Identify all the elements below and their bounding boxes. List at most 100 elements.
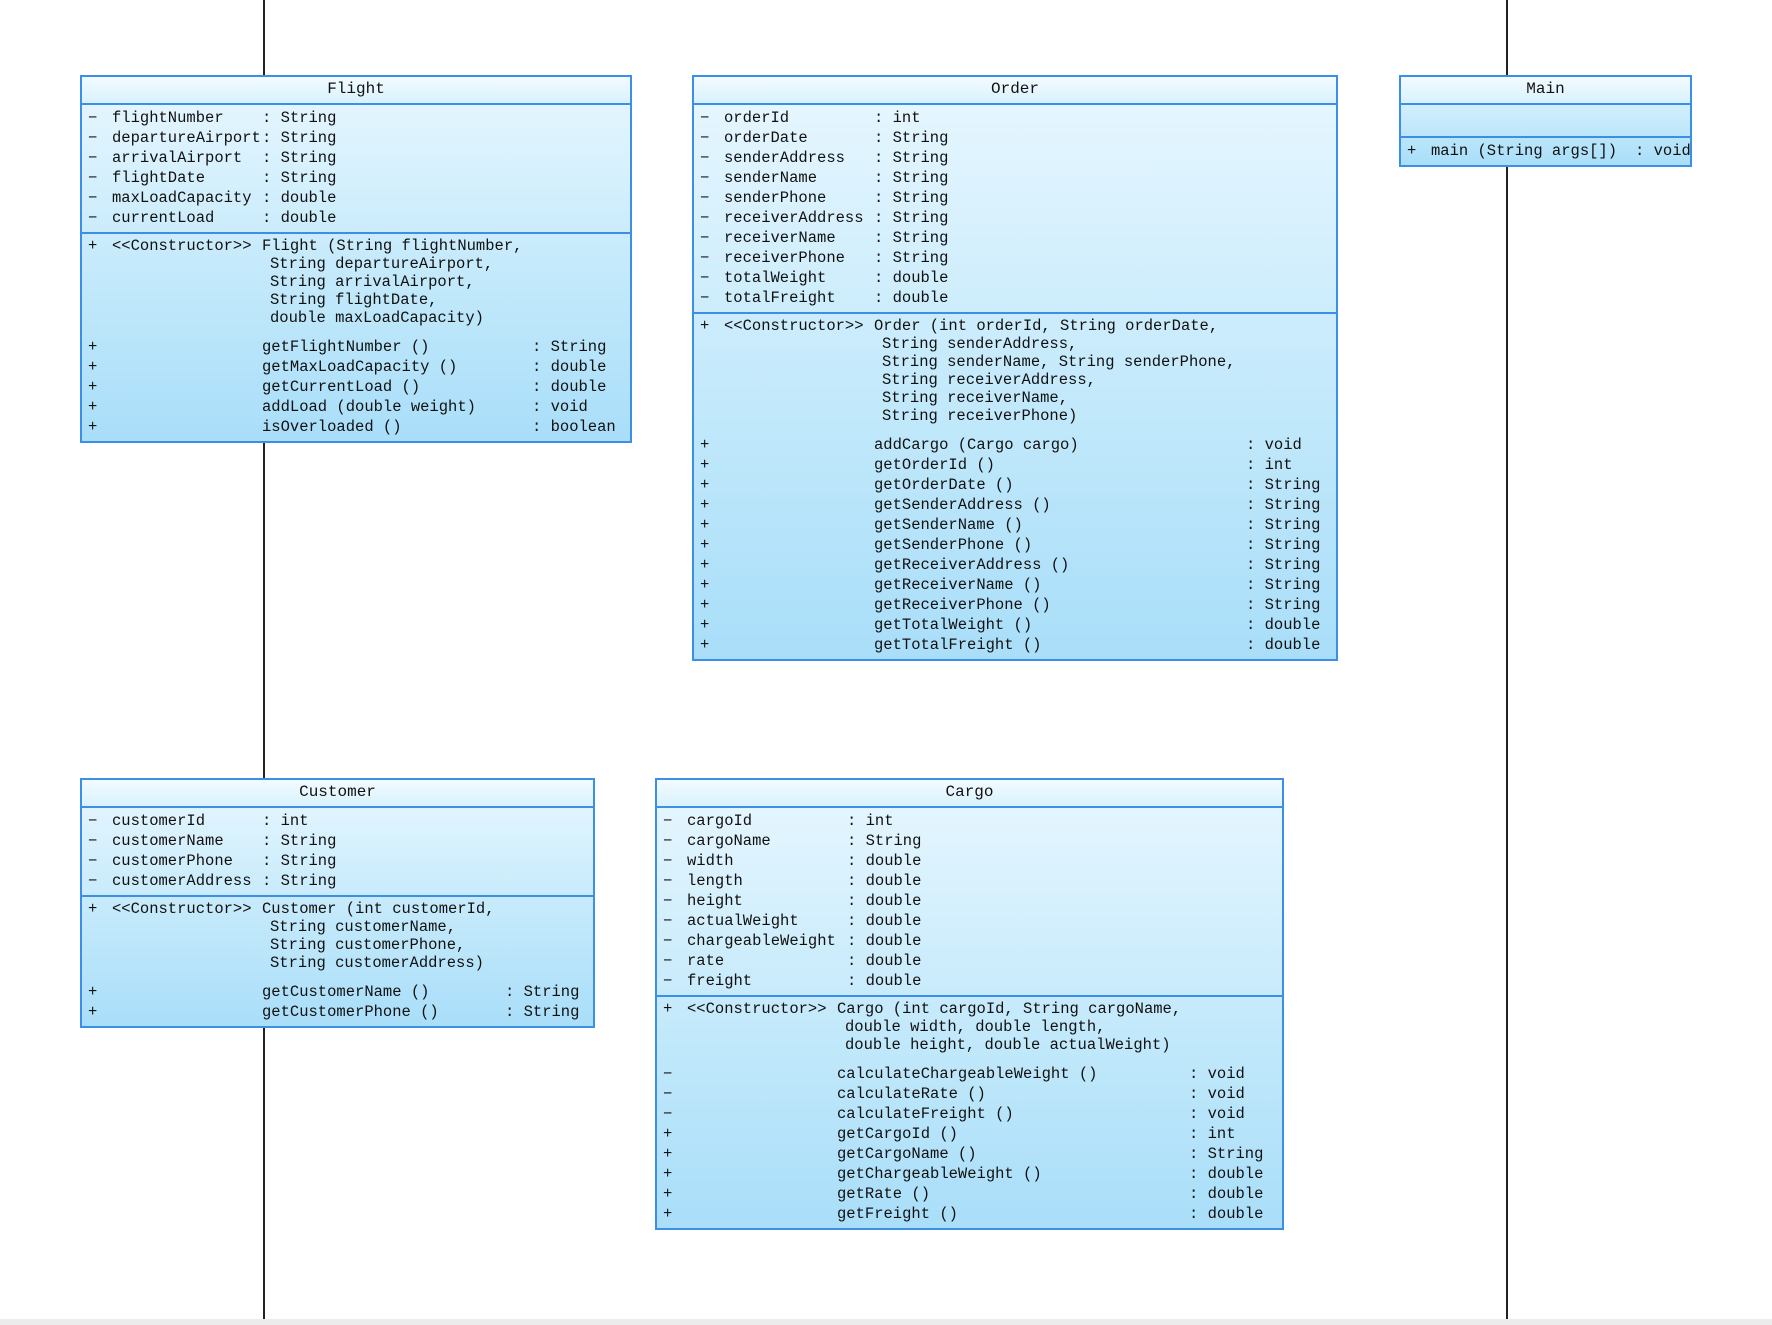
attribute-row: − flightNumber: String: [82, 108, 630, 128]
attribute-type: : String: [262, 832, 337, 850]
class-name: Customer: [82, 780, 593, 808]
attribute-row: − receiverPhone: String: [694, 248, 1336, 268]
visibility-marker: +: [663, 1185, 673, 1203]
visibility-marker: −: [700, 189, 710, 207]
constructor-row: + <<Constructor>> Order (int orderId, Stri…: [694, 317, 1336, 335]
attribute-row: − cargoId: int: [657, 811, 1282, 831]
attribute-type: : double: [847, 852, 922, 870]
visibility-marker: −: [663, 952, 673, 970]
attribute-name: customerPhone: [112, 852, 233, 870]
visibility-marker: [657, 1036, 687, 1054]
class-customer[interactable]: Customer − customerId: int − customerName: …: [80, 778, 595, 1028]
method-row: + addLoad (double weight): void: [82, 397, 630, 417]
method-return-type: : double: [1189, 1205, 1264, 1223]
visibility-marker: +: [700, 576, 710, 594]
constructor-continuation: double width, double length,: [657, 1018, 1282, 1036]
visibility-marker: [82, 936, 112, 954]
class-main[interactable]: Main + main (String args[]): void: [1399, 75, 1692, 167]
class-order[interactable]: Order − orderId: int − orderDate: String − se…: [692, 75, 1338, 661]
method-row: + getOrderDate (): String: [694, 475, 1336, 495]
method-return-type: : double: [1189, 1185, 1264, 1203]
attributes-section: − cargoId: int − cargoName: String − width: d…: [657, 808, 1282, 997]
operations-section: + <<Constructor>> Order (int orderId, Stri…: [694, 314, 1336, 659]
visibility-marker: +: [88, 900, 98, 918]
attribute-name: receiverAddress: [724, 209, 864, 227]
visibility-marker: +: [1407, 142, 1417, 160]
method-row: + getOrderId (): int: [694, 455, 1336, 475]
method-row: + getReceiverAddress (): String: [694, 555, 1336, 575]
visibility-marker: +: [663, 1145, 673, 1163]
visibility-marker: −: [700, 269, 710, 287]
method-row: + getFreight (): double: [657, 1204, 1282, 1224]
attribute-type: : double: [874, 289, 949, 307]
method-return-type: : double: [532, 378, 607, 396]
visibility-marker: +: [700, 596, 710, 614]
visibility-marker: −: [700, 129, 710, 147]
method-return-type: : double: [1189, 1165, 1264, 1183]
attribute-name: width: [687, 852, 734, 870]
visibility-marker: −: [663, 1065, 673, 1083]
method-name: getFreight (): [837, 1205, 958, 1223]
attribute-name: height: [687, 892, 743, 910]
method-return-type: : String: [1246, 496, 1321, 514]
visibility-marker: +: [700, 456, 710, 474]
visibility-marker: +: [88, 983, 98, 1001]
attribute-row: − senderName: String: [694, 168, 1336, 188]
visibility-marker: −: [663, 832, 673, 850]
class-flight[interactable]: Flight − flightNumber: String − departureAi…: [80, 75, 632, 443]
attribute-name: totalFreight: [724, 289, 836, 307]
attribute-name: cargoName: [687, 832, 771, 850]
constructor-stereotype: <<Constructor>>: [687, 1000, 827, 1018]
method-return-type: : double: [1246, 636, 1321, 654]
attribute-type: : String: [262, 169, 337, 187]
method-name: getFlightNumber (): [262, 338, 430, 356]
constructor-stereotype: [724, 407, 874, 425]
attribute-name: orderId: [724, 109, 790, 127]
constructor-row: + <<Constructor>> Cargo (int cargoId, Stri…: [657, 1000, 1282, 1018]
attribute-row: − customerId: int: [82, 811, 593, 831]
method-name: getCargoName (): [837, 1145, 977, 1163]
class-cargo[interactable]: Cargo − cargoId: int − cargoName: String − wi…: [655, 778, 1284, 1230]
visibility-marker: −: [700, 229, 710, 247]
method-return-type: : void: [532, 398, 588, 416]
visibility-marker: −: [663, 892, 673, 910]
visibility-marker: −: [700, 289, 710, 307]
method-row: + getCustomerPhone (): String: [82, 1002, 593, 1022]
method-return-type: : void: [1189, 1105, 1245, 1123]
attribute-name: chargeableWeight: [687, 932, 836, 950]
method-return-type: : String: [1246, 536, 1321, 554]
visibility-marker: −: [700, 209, 710, 227]
method-return-type: : void: [1189, 1085, 1245, 1103]
method-return-type: : String: [532, 338, 607, 356]
method-return-type: : void: [1635, 142, 1691, 160]
visibility-marker: −: [663, 932, 673, 950]
constructor-signature-line: String senderAddress,: [882, 335, 1078, 353]
attribute-name: receiverPhone: [724, 249, 845, 267]
attribute-row: − flightDate: String: [82, 168, 630, 188]
method-return-type: : int: [1189, 1125, 1236, 1143]
method-name: getMaxLoadCapacity (): [262, 358, 458, 376]
method-name: main (String args[]): [1431, 142, 1618, 160]
visibility-marker: +: [700, 476, 710, 494]
attribute-row: − totalWeight: double: [694, 268, 1336, 288]
method-row: + getRate (): double: [657, 1184, 1282, 1204]
method-name: getSenderPhone (): [874, 536, 1033, 554]
attribute-name: customerAddress: [112, 872, 252, 890]
visibility-marker: −: [88, 209, 98, 227]
visibility-marker: +: [88, 1003, 98, 1021]
method-row: + getCustomerName (): String: [82, 982, 593, 1002]
method-name: getCargoId (): [837, 1125, 958, 1143]
attribute-row: − senderAddress: String: [694, 148, 1336, 168]
attribute-name: customerId: [112, 812, 206, 830]
attribute-row: − actualWeight: double: [657, 911, 1282, 931]
constructor-continuation: String flightDate,: [82, 291, 630, 309]
visibility-marker: +: [663, 1000, 673, 1018]
visibility-marker: −: [88, 852, 98, 870]
method-row: + getCargoName (): String: [657, 1144, 1282, 1164]
visibility-marker: −: [88, 169, 98, 187]
visibility-marker: −: [88, 109, 98, 127]
constructor-stereotype: [724, 335, 874, 353]
attribute-type: : String: [262, 149, 337, 167]
constructor-continuation: String customerPhone,: [82, 936, 593, 954]
constructor-stereotype: [112, 309, 262, 327]
